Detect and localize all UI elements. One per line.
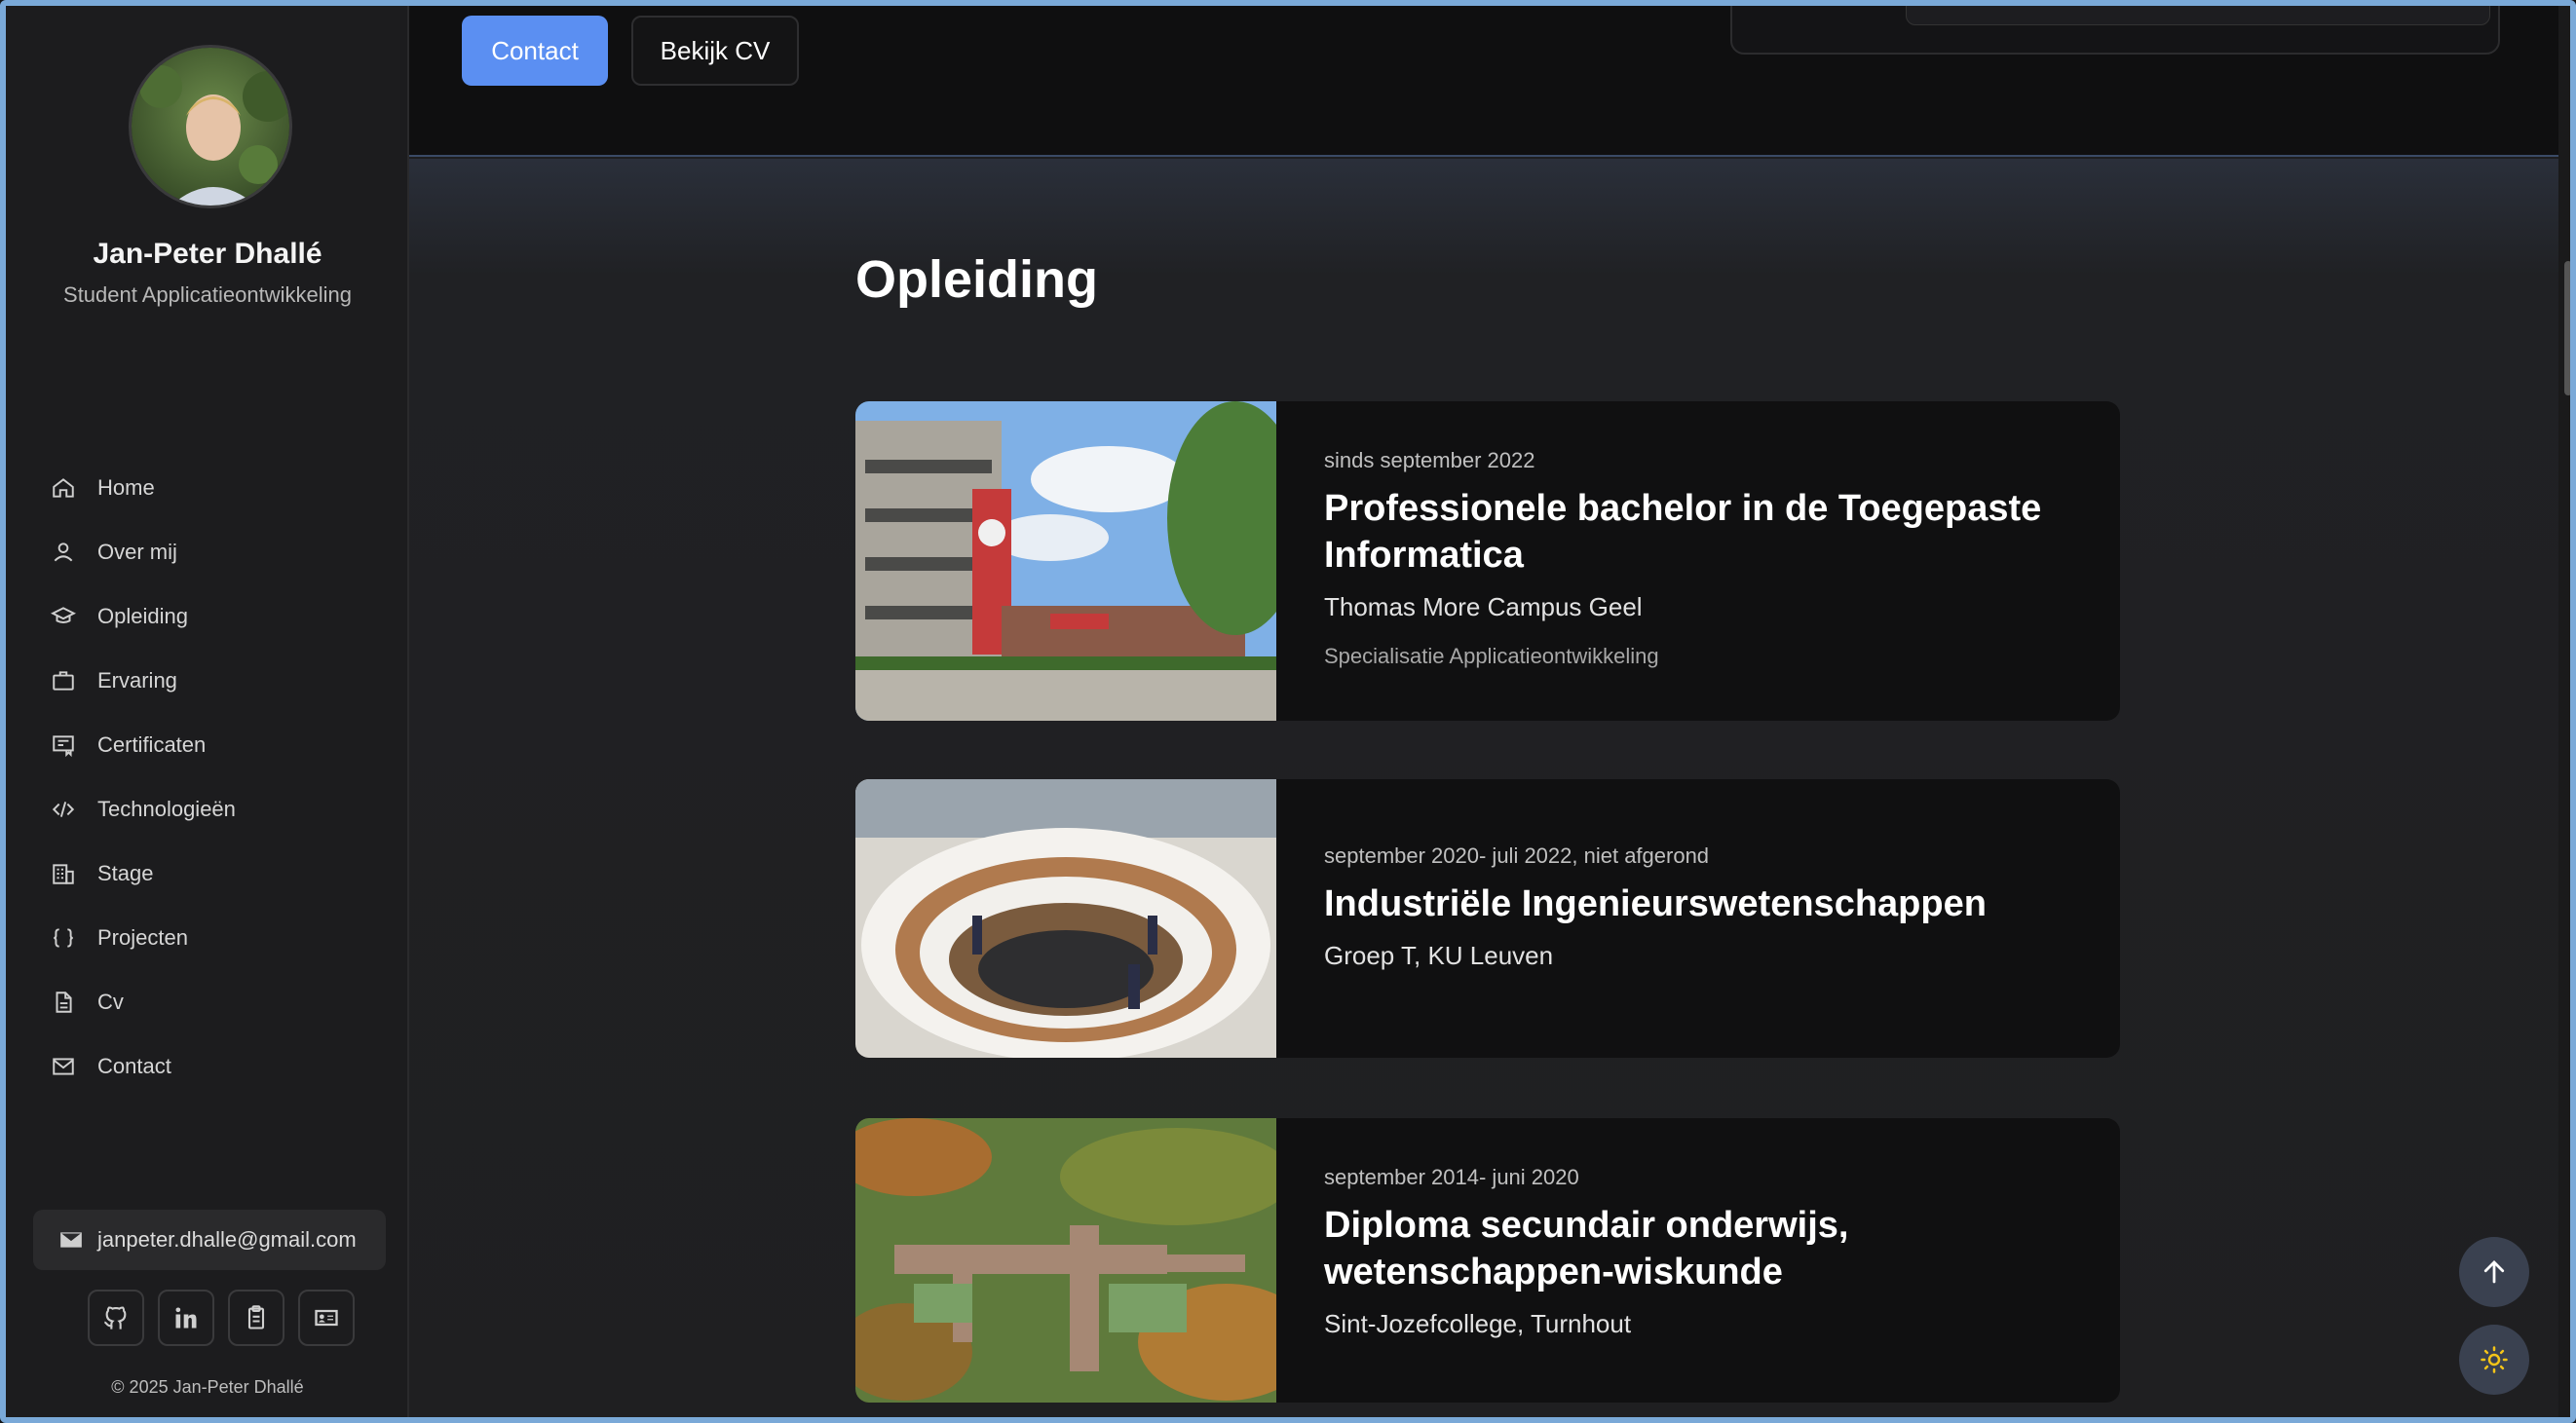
email-text: janpeter.dhalle@gmail.com [97, 1227, 357, 1252]
user-icon [54, 543, 73, 562]
nav-item-opleiding[interactable]: Opleiding [51, 584, 382, 649]
education-date: september 2014- juni 2020 [1324, 1165, 1579, 1189]
app-window: Jan-Peter Dhallé Student Applicatieontwi… [0, 0, 2576, 1423]
education-card: september 2014- juni 2020 Diploma secund… [855, 1118, 2120, 1403]
nav-item-label: Opleiding [97, 604, 188, 628]
arrow-up-icon [2483, 1260, 2505, 1284]
contact-button[interactable]: Contact [462, 16, 608, 86]
certificate-icon [53, 735, 74, 758]
code-icon [52, 802, 75, 817]
document-icon [56, 992, 72, 1013]
linkedin-icon [175, 1307, 197, 1329]
card-body: september 2020- juli 2022, niet afgerond… [1324, 843, 2101, 971]
id-card-link[interactable] [298, 1290, 355, 1346]
home-icon [53, 478, 74, 498]
nav-item-label: Projecten [97, 925, 188, 950]
profile-name: Jan-Peter Dhallé [93, 238, 322, 270]
section-title: Opleiding [855, 250, 1098, 309]
nav-item-label: Certificaten [97, 732, 207, 757]
scrollbar-track[interactable] [2558, 6, 2570, 1417]
nav-item-label: Cv [97, 990, 124, 1014]
view-cv-button[interactable]: Bekijk CV [631, 16, 799, 86]
building-icon [53, 864, 74, 884]
education-date: sinds september 2022 [1324, 448, 1535, 472]
education-school: Thomas More Campus Geel [1324, 592, 1643, 621]
sidebar: Jan-Peter Dhallé Student Applicatieontwi… [6, 6, 409, 1417]
education-specialisation: Specialisatie Applicatieontwikkeling [1324, 644, 1659, 668]
linkedin-link[interactable] [158, 1290, 214, 1346]
id-card-icon [315, 1309, 338, 1327]
nav-item-certificaten[interactable]: Certificaten [51, 713, 382, 777]
graduation-cap-icon [51, 607, 76, 623]
scrollbar-thumb[interactable] [2564, 261, 2570, 395]
education-title: Industriële Ingenieurswetenschappen [1324, 883, 1987, 924]
sun-icon [2481, 1346, 2508, 1373]
mail-icon [53, 1058, 74, 1075]
sint-jozefcollege-image [855, 1118, 1276, 1403]
nav-item-stage[interactable]: Stage [51, 842, 382, 906]
mail-icon [60, 1232, 82, 1248]
nav-item-over-mij[interactable]: Over mij [51, 520, 382, 584]
theme-toggle-button[interactable] [2459, 1325, 2529, 1395]
nav-item-label: Home [97, 475, 155, 500]
campus-geel-image [855, 401, 1276, 721]
card-body: september 2014- juni 2020 Diploma secund… [1324, 1165, 2101, 1339]
social-links [88, 1290, 355, 1346]
sidebar-nav: Home Over mij Opleiding Ervaring Certifi… [51, 456, 382, 1099]
nav-item-label: Stage [97, 861, 154, 885]
avatar [129, 45, 292, 208]
braces-icon [54, 928, 73, 948]
nav-item-home[interactable]: Home [51, 456, 382, 520]
nav-item-label: Over mij [97, 540, 177, 564]
scroll-to-top-button[interactable] [2459, 1237, 2529, 1307]
clipboard-icon [247, 1305, 265, 1329]
profile-role: Student Applicatieontwikkeling [63, 282, 352, 307]
education-card: september 2020- juli 2022, niet afgerond… [855, 779, 2120, 1058]
nav-item-contact[interactable]: Contact [51, 1034, 382, 1099]
nav-item-technologieen[interactable]: Technologieën [51, 777, 382, 842]
card-body: sinds september 2022 Professionele bache… [1324, 448, 2101, 669]
nav-item-projecten[interactable]: Projecten [51, 906, 382, 970]
email-link[interactable]: janpeter.dhalle@gmail.com [33, 1210, 386, 1270]
github-icon [104, 1306, 127, 1329]
nav-item-label: Ervaring [97, 668, 177, 693]
education-date: september 2020- juli 2022, niet afgerond [1324, 843, 1710, 868]
nav-item-label: Contact [97, 1054, 171, 1078]
copyright: © 2025 Jan-Peter Dhallé [111, 1377, 304, 1397]
groep-t-image [855, 779, 1276, 1058]
education-school: Sint-Jozefcollege, Turnhout [1324, 1309, 1632, 1338]
education-school: Groep T, KU Leuven [1324, 941, 1554, 970]
nav-item-ervaring[interactable]: Ervaring [51, 649, 382, 713]
education-title: Professionele bachelor in de Toegepaste … [1324, 488, 2042, 576]
hero-decoration-inner [1906, 6, 2490, 25]
education-title: Diploma secundair onderwijs, wetenschapp… [1324, 1205, 1849, 1292]
nav-item-cv[interactable]: Cv [51, 970, 382, 1034]
github-link[interactable] [88, 1290, 144, 1346]
briefcase-icon [53, 671, 74, 691]
nav-item-label: Technologieën [97, 797, 236, 821]
clipboard-link[interactable] [228, 1290, 284, 1346]
education-card: sinds september 2022 Professionele bache… [855, 401, 2120, 721]
